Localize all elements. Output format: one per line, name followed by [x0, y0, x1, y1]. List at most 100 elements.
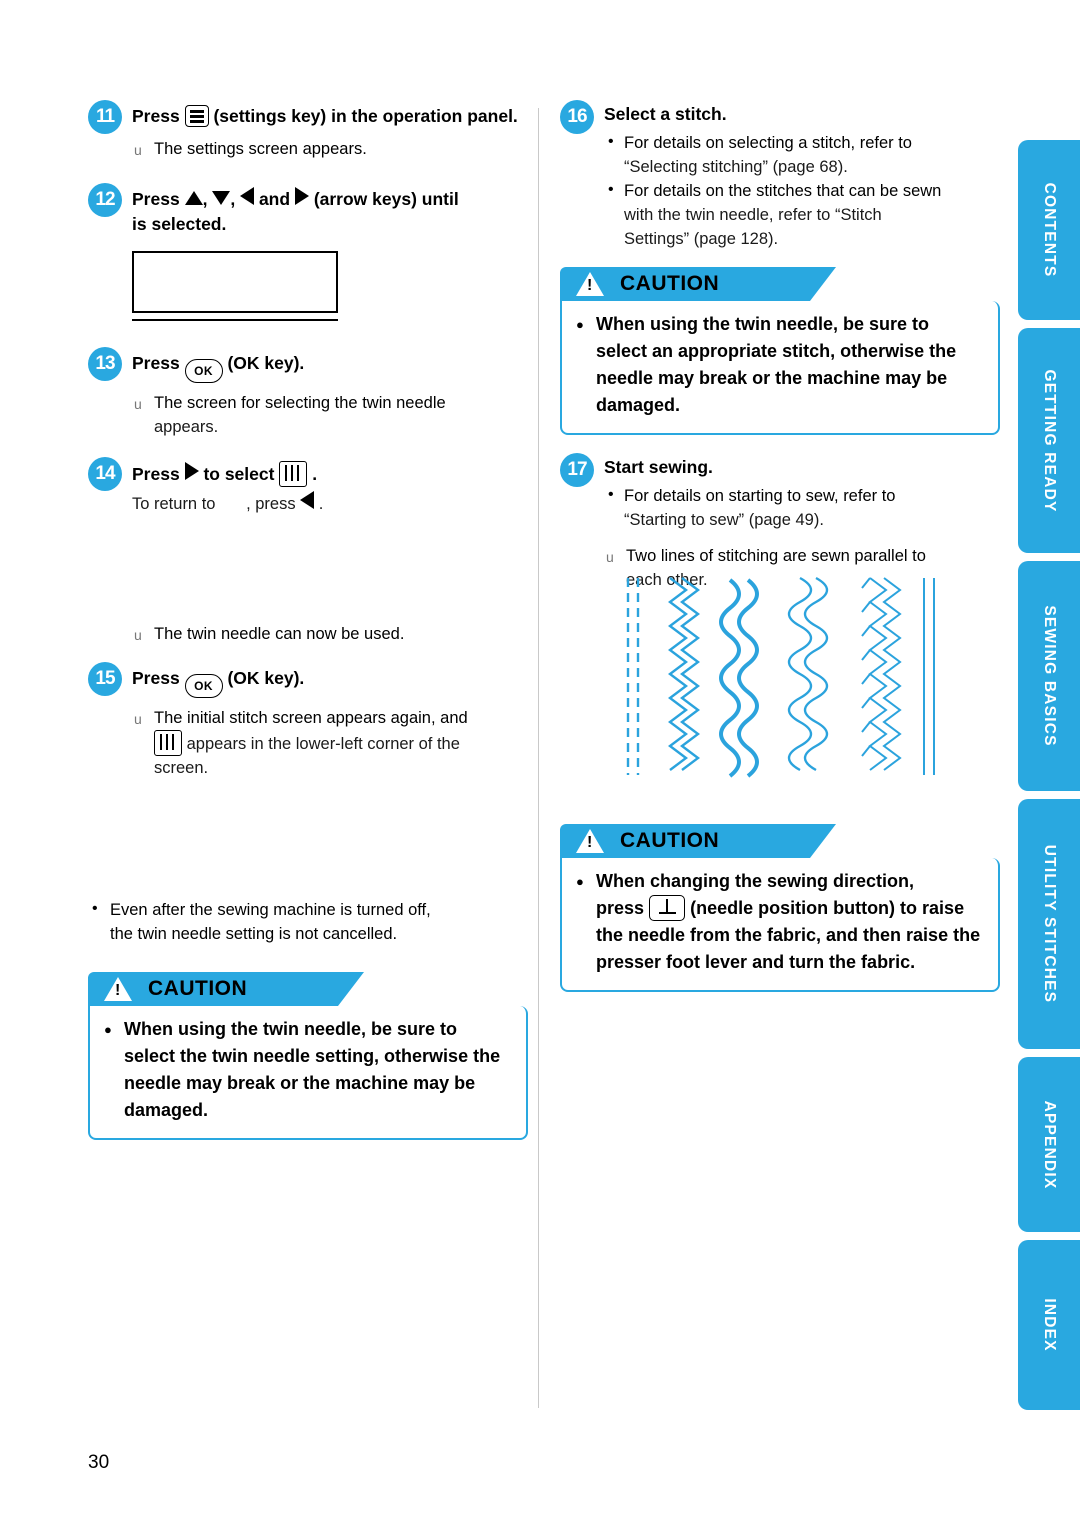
- caution-right-bottom-tab: CAUTION: [560, 824, 836, 858]
- sidetab-index-label: INDEX: [1041, 1298, 1058, 1352]
- caution-left-title: CAUTION: [148, 977, 248, 1000]
- step-12-head-before: Press: [132, 189, 180, 209]
- step-16: 16 Select a stitch. For details on selec…: [560, 100, 1000, 251]
- manual-page: 11 Press (settings key) in the operation…: [0, 0, 1080, 1526]
- right-column: 16 Select a stitch. For details on selec…: [560, 100, 1000, 992]
- step-12-heading: Press , , and (arrow keys) until is sele…: [132, 183, 528, 237]
- step-16-bullet-2-line2: with the twin needle, refer to “Stitch: [624, 206, 882, 224]
- step-14-head-mid: to select: [203, 464, 275, 484]
- ok-key-icon: OK: [184, 674, 223, 698]
- step-16-bullet-1: For details on selecting a stitch, refer…: [604, 130, 1000, 155]
- step-14-head-before: Press: [132, 464, 180, 484]
- step-14-sub-before: To return to: [132, 495, 216, 513]
- arrow-up-icon: [184, 191, 203, 205]
- side-tab-navigation: CONTENTS GETTING READY SEWING BASICS UTI…: [1018, 140, 1080, 1418]
- step-13-head-before: Press: [132, 353, 180, 373]
- step-12-badge: 12: [88, 183, 122, 217]
- step-17-bullet: For details on starting to sew, refer to: [604, 483, 1000, 508]
- step-11-result: The settings screen appears.: [132, 137, 528, 162]
- sidetab-contents[interactable]: CONTENTS: [1018, 140, 1080, 320]
- lcd-underline: [132, 319, 338, 321]
- arrow-right-icon: [294, 187, 309, 205]
- caution-right-top-body: When using the twin needle, be sure to s…: [560, 301, 1000, 435]
- note-line1: Even after the sewing machine is turned …: [88, 897, 528, 922]
- caution-left: CAUTION When using the twin needle, be s…: [88, 972, 528, 1140]
- sidetab-index[interactable]: INDEX: [1018, 1240, 1080, 1410]
- caution-left-text: When using the twin needle, be sure to s…: [104, 1016, 512, 1124]
- sidetab-utility-stitches-label: UTILITY STITCHES: [1041, 844, 1058, 1004]
- step-14-badge: 14: [88, 457, 122, 491]
- step-17-badge: 17: [560, 453, 594, 487]
- step-15-result-line2: appears in the lower-left corner of the: [154, 730, 528, 756]
- step-11-head-after: (settings key) in the operation panel.: [213, 106, 518, 126]
- step-13: 13 Press OK (OK key). The screen for sel…: [88, 347, 528, 439]
- note-line2: the twin needle setting is not cancelled…: [110, 925, 398, 943]
- step-16-heading: Select a stitch.: [604, 104, 727, 124]
- sidetab-sewing-basics-label: SEWING BASICS: [1041, 605, 1058, 747]
- caution-right-bottom-text: When changing the sewing direction, pres…: [576, 868, 984, 976]
- column-divider: [538, 108, 539, 1408]
- step-16-bullet-2-line3: Settings” (page 128).: [624, 230, 779, 248]
- twin-needle-icon: [279, 461, 308, 487]
- caution-right-top-text: When using the twin needle, be sure to s…: [576, 311, 984, 419]
- left-column: 11 Press (settings key) in the operation…: [88, 100, 528, 1140]
- step-12-head-line2: is selected.: [132, 214, 227, 234]
- step-14-result: The twin needle can now be used.: [132, 622, 528, 647]
- step-13-result-line2: appears.: [154, 418, 219, 436]
- arrow-right-icon: [184, 462, 199, 480]
- step-17-bullet-line2: “Starting to sew” (page 49).: [624, 511, 824, 529]
- step-15-result-line1: The initial stitch screen appears again,…: [132, 706, 528, 731]
- caution-right-bottom-title: CAUTION: [620, 829, 720, 852]
- settings-key-icon: [184, 105, 209, 127]
- step-17-result-line1: Two lines of stitching are sewn parallel…: [604, 544, 1000, 569]
- arrow-down-icon: [212, 191, 231, 205]
- caution-right-bottom-text-2: press: [596, 898, 645, 918]
- step-16-bullet-1-line2: “Selecting stitching” (page 68).: [624, 158, 848, 176]
- step-12-head-after: (arrow keys) until: [313, 189, 459, 209]
- sidetab-appendix[interactable]: APPENDIX: [1018, 1057, 1080, 1232]
- ok-key-icon: OK: [184, 359, 223, 383]
- sidetab-contents-label: CONTENTS: [1041, 182, 1058, 278]
- caution-left-tab: CAUTION: [88, 972, 364, 1006]
- step-11-heading: Press (settings key) in the operation pa…: [132, 100, 528, 129]
- step-14-heading: Press to select .: [132, 457, 528, 487]
- arrow-left-icon: [300, 491, 315, 509]
- step-15-head-before: Press: [132, 668, 180, 688]
- step-11-badge: 11: [88, 100, 122, 134]
- caution-right-bottom-text-1: When changing the sewing direction,: [596, 871, 915, 891]
- caution-left-body: When using the twin needle, be sure to s…: [88, 1006, 528, 1140]
- step-17-heading: Start sewing.: [604, 457, 713, 477]
- step-12-comma-2: ,: [230, 189, 236, 209]
- caution-right-top-tab: CAUTION: [560, 267, 836, 301]
- caution-right-bottom-body: When changing the sewing direction, pres…: [560, 858, 1000, 992]
- step-14-sub-after: .: [318, 495, 324, 513]
- step-13-result-line1: The screen for selecting the twin needle: [132, 391, 528, 416]
- sidetab-sewing-basics[interactable]: SEWING BASICS: [1018, 561, 1080, 791]
- step-14-sub-mid: , press: [246, 495, 296, 513]
- warning-triangle-icon: [576, 272, 604, 296]
- step-15-result-line2-text: appears in the lower-left corner of the: [186, 735, 460, 753]
- twin-needle-stitch-illustration: [626, 576, 935, 778]
- step-13-badge: 13: [88, 347, 122, 381]
- step-13-heading: Press OK (OK key).: [132, 347, 528, 383]
- step-14-subline: To return to , press .: [132, 491, 528, 516]
- sidetab-getting-ready-label: GETTING READY: [1041, 368, 1058, 513]
- step-13-head-after: (OK key).: [227, 353, 305, 373]
- sidetab-getting-ready[interactable]: GETTING READY: [1018, 328, 1080, 553]
- step-12-and: and: [258, 189, 291, 209]
- step-14-head-after: .: [312, 464, 318, 484]
- warning-triangle-icon: [104, 977, 132, 1001]
- caution-right-top: CAUTION When using the twin needle, be s…: [560, 267, 1000, 435]
- step-15-heading: Press OK (OK key).: [132, 662, 528, 698]
- step-11-head-before: Press: [132, 106, 180, 126]
- sidetab-utility-stitches[interactable]: UTILITY STITCHES: [1018, 799, 1080, 1049]
- step-16-badge: 16: [560, 100, 594, 134]
- step-15-badge: 15: [88, 662, 122, 696]
- step-12-comma-1: ,: [202, 189, 208, 209]
- step-14: 14 Press to select . To return to , pres…: [88, 457, 528, 647]
- caution-right-top-title: CAUTION: [620, 272, 720, 295]
- step-11: 11 Press (settings key) in the operation…: [88, 100, 528, 162]
- step-14-illustration-space: [88, 516, 528, 622]
- twin-needle-note: Even after the sewing machine is turned …: [88, 897, 528, 946]
- caution-right-bottom: CAUTION When changing the sewing directi…: [560, 824, 1000, 992]
